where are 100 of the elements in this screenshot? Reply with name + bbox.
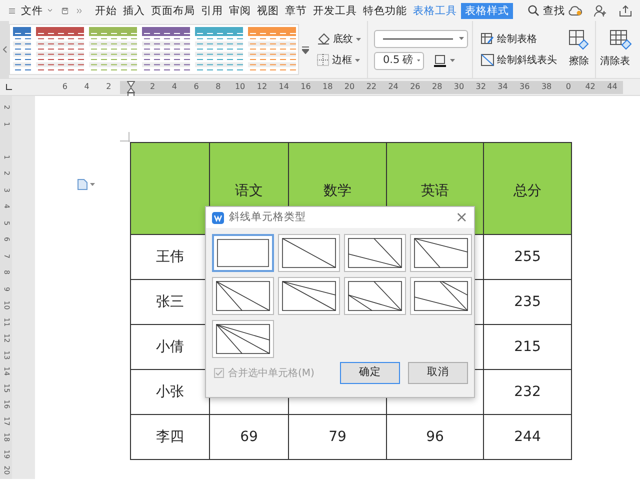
ruler-number: 32 <box>474 81 487 93</box>
ruler-number: 6 <box>192 81 200 93</box>
ribbon-tab[interactable]: 审阅 <box>226 2 253 18</box>
table-style-thumbnail[interactable] <box>36 26 84 72</box>
diagonal-cell-icon <box>348 238 402 268</box>
unit-label: 磅 <box>402 52 414 68</box>
diagonal-type-option[interactable] <box>212 320 274 358</box>
expand-icon[interactable] <box>302 46 308 54</box>
add-user-icon[interactable] <box>594 4 607 16</box>
clear-table-button[interactable]: 清除表 <box>598 30 634 69</box>
more-icon[interactable] <box>77 6 82 14</box>
diagonal-cell-icon <box>414 281 468 311</box>
ruler-number: 26 <box>409 81 422 93</box>
ruler-number: 18 <box>322 81 334 93</box>
menu-icon[interactable] <box>9 6 16 16</box>
ruler-number: 12 <box>256 81 268 93</box>
ribbon-tab[interactable]: 页面布局 <box>148 2 197 18</box>
caret-icon <box>356 38 361 40</box>
ribbon-tab[interactable]: 特色功能 <box>360 2 409 18</box>
diagonal-type-option[interactable] <box>212 234 274 272</box>
diagonal-cell-icon <box>348 281 402 311</box>
diagonal-cell-icon <box>282 281 336 311</box>
ribbon-tab[interactable]: 引用 <box>198 2 225 18</box>
ruler-number: 6 <box>61 81 68 93</box>
borders-button[interactable]: 边框 <box>315 52 363 68</box>
table-style-thumbnail[interactable] <box>248 26 296 72</box>
search-button[interactable]: 查找 <box>526 2 567 18</box>
table-style-thumbnail[interactable] <box>13 26 31 72</box>
diagonal-type-option[interactable] <box>344 234 406 272</box>
ruler-number: 10 <box>234 81 246 93</box>
ribbon-tab[interactable]: 视图 <box>254 2 281 18</box>
diagonal-type-option[interactable] <box>410 234 472 272</box>
dialog-button[interactable]: 确定 <box>340 362 400 384</box>
diagonal-type-option[interactable] <box>278 234 340 272</box>
ribbon-tab[interactable]: 表格工具 <box>410 2 459 18</box>
ruler-number: 14 <box>278 81 290 93</box>
border-icon <box>317 54 329 66</box>
table-eraser-icon <box>610 30 632 50</box>
caret-icon <box>416 59 420 62</box>
caret-icon <box>459 37 464 40</box>
scroll-left-icon[interactable] <box>2 46 6 53</box>
table-cell: 69 <box>210 414 288 460</box>
ribbon-tab[interactable]: 插入 <box>120 2 147 18</box>
ruler-number: 36 <box>518 81 531 93</box>
ruler-number: 38 <box>540 81 553 93</box>
cloud-icon[interactable] <box>568 5 582 16</box>
ruler-number: 0 <box>564 81 572 93</box>
ruler-number: 22 <box>365 81 378 93</box>
diagonal-table-icon <box>481 54 494 66</box>
ruler-number: 16 <box>300 81 312 93</box>
column-header: 总分 <box>484 142 572 234</box>
line-width-value: 0.5 <box>383 52 400 68</box>
caret-icon[interactable] <box>48 8 52 13</box>
ruler-number: 2 <box>148 81 156 93</box>
table-cell: 244 <box>484 414 572 460</box>
ruler-number: 30 <box>452 81 466 93</box>
ruler-number: 4 <box>170 81 178 93</box>
ruler-number: 8 <box>214 81 222 93</box>
app-logo-icon <box>212 212 224 224</box>
border-color-icon[interactable] <box>434 54 446 66</box>
corner-mark <box>120 132 130 142</box>
table-style-thumbnail[interactable] <box>89 26 137 72</box>
diagonal-type-option[interactable] <box>344 277 406 315</box>
ruler-number: 2 <box>105 81 112 93</box>
diagonal-cell-icon <box>217 239 269 267</box>
shading-button[interactable]: 底纹 <box>315 32 363 46</box>
diagonal-type-option[interactable] <box>212 277 274 315</box>
table-cell: 李四 <box>130 414 210 460</box>
draw-table-button[interactable]: 绘制表格 <box>479 32 559 46</box>
line-style-dropdown[interactable] <box>374 30 468 48</box>
table-cell: 79 <box>288 414 386 460</box>
ribbon-tab[interactable]: 开始 <box>92 2 119 18</box>
line-width-field[interactable]: 0.5 磅 <box>374 52 424 70</box>
table-cell: 235 <box>484 280 572 324</box>
diagonal-type-option[interactable] <box>278 277 340 315</box>
paint-bucket-icon <box>317 33 330 45</box>
table-cell: 215 <box>484 324 572 370</box>
share-icon[interactable] <box>619 4 632 16</box>
ribbon-tab[interactable]: 开发工具 <box>310 2 359 18</box>
document-icon[interactable] <box>77 179 95 190</box>
table-style-thumbnail[interactable] <box>195 26 243 72</box>
file-menu[interactable]: 文件 <box>19 2 46 18</box>
pencil-table-icon <box>481 33 494 45</box>
ruler-number: 34 <box>496 81 509 93</box>
solid-line-icon <box>383 38 453 40</box>
dialog-button[interactable]: 取消 <box>408 362 468 384</box>
table-cell: 232 <box>484 370 572 414</box>
tab-stop-icon[interactable] <box>6 84 12 90</box>
checkbox-label: 合并选中单元格(M) <box>228 366 314 380</box>
draw-diagonal-header-button[interactable]: 绘制斜线表头 <box>479 52 559 68</box>
ruler-number: 28 <box>430 81 444 93</box>
ruler-number: 44 <box>606 81 618 93</box>
ribbon-tab[interactable]: 章节 <box>282 2 309 18</box>
table-style-thumbnail[interactable] <box>142 26 190 72</box>
diagonal-cell-icon <box>216 281 270 311</box>
caret-icon <box>355 58 360 62</box>
erase-button[interactable]: 擦除 <box>567 30 591 69</box>
close-button[interactable]: × <box>455 210 468 225</box>
diagonal-cell-icon <box>216 324 270 354</box>
diagonal-type-option[interactable] <box>410 277 472 315</box>
